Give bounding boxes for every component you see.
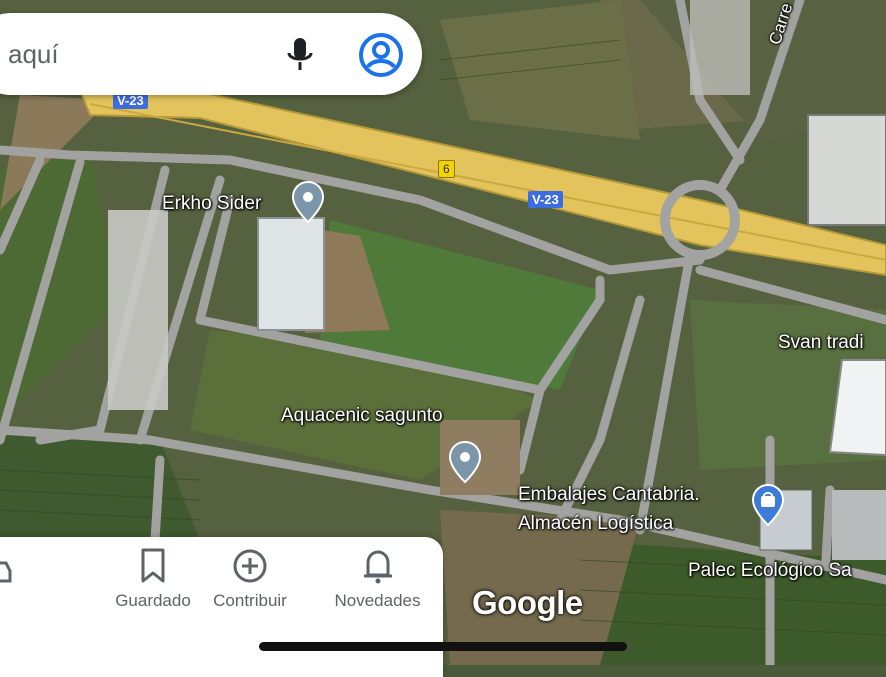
place-label-svan[interactable]: Svan tradi [778,332,864,354]
google-logo: Google [472,584,583,621]
highway-shield-v23-mid: V-23 [528,191,563,208]
nav-item-contribuir[interactable]: Contribuir [200,547,300,611]
place-label-almacen[interactable]: Almacén Logística [518,513,673,535]
exit-number-shield: 6 [438,160,455,178]
home-indicator[interactable] [259,642,627,651]
shopping-bag-pin-icon[interactable] [751,483,785,527]
place-label-erkho-sider[interactable]: Erkho Sider [162,193,261,215]
nav-label-contribuir: Contribuir [213,591,287,610]
bottom-navigation: Guardado Contribuir Novedades [0,537,443,677]
bookmark-icon [141,548,165,583]
place-pin-aquacenic[interactable] [448,440,482,484]
microphone-icon[interactable] [283,35,317,75]
car-icon[interactable] [0,557,12,587]
place-label-aquacenic[interactable]: Aquacenic sagunto [281,405,443,427]
add-circle-icon [233,549,267,583]
place-pin-erkho-sider[interactable] [291,180,325,224]
place-label-embalajes[interactable]: Embalajes Cantabria. [518,484,700,506]
nav-label-novedades: Novedades [334,591,421,610]
search-input[interactable]: aquí [8,39,59,70]
search-bar[interactable]: aquí [0,13,422,95]
account-icon[interactable] [358,32,404,78]
nav-item-novedades[interactable]: Novedades [325,547,430,611]
place-label-palec[interactable]: Palec Ecológico Sa [688,560,852,582]
bell-icon [363,550,392,584]
